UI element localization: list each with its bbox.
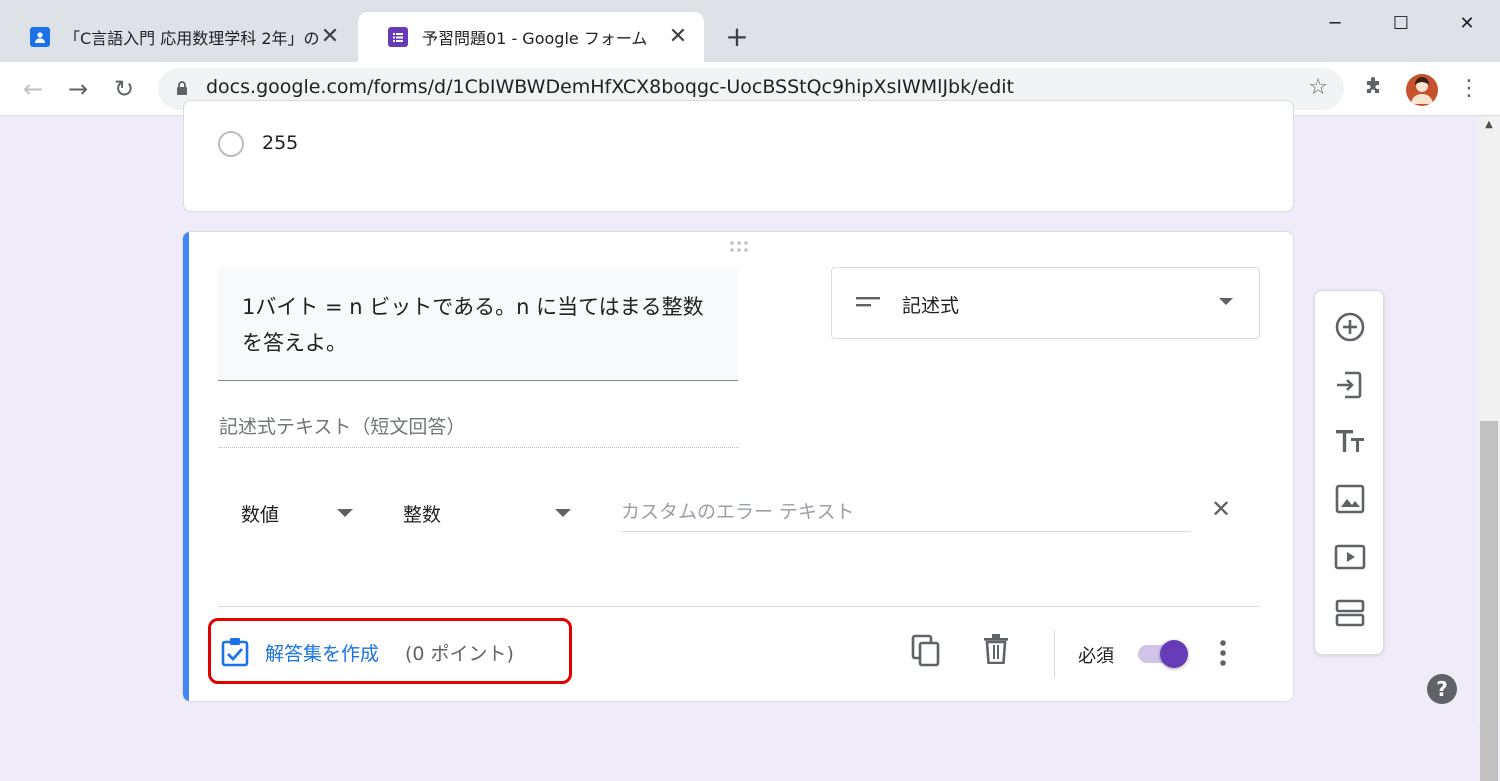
remove-validation-close-icon[interactable]: ✕: [1211, 495, 1231, 523]
add-title-text-icon[interactable]: [1334, 425, 1366, 457]
url-text: docs.google.com/forms/d/1CbIWBWDemHfXCX8…: [206, 76, 1015, 98]
help-icon[interactable]: ?: [1427, 674, 1457, 704]
import-questions-icon[interactable]: [1334, 369, 1366, 401]
more-options-icon[interactable]: [1213, 637, 1233, 669]
toggle-knob: [1160, 640, 1188, 668]
question-title-text: 1バイト = n ビットである。n に当てはまる整数を答えよ。: [242, 295, 704, 355]
maximize-icon[interactable]: ☐: [1386, 10, 1416, 38]
window-close-icon[interactable]: ✕: [1452, 10, 1482, 38]
google-forms-icon: [388, 27, 408, 47]
question-type-dropdown[interactable]: 記述式: [831, 267, 1260, 339]
question-title-input[interactable]: 1バイト = n ビットである。n に当てはまる整数を答えよ。: [218, 267, 738, 381]
form-side-toolbar: [1314, 290, 1384, 655]
reload-icon[interactable]: ↻: [109, 74, 139, 104]
minimize-icon[interactable]: ─: [1320, 10, 1350, 38]
footer-separator: [1054, 630, 1055, 678]
lock-icon: [176, 81, 188, 100]
add-section-icon[interactable]: [1334, 597, 1366, 629]
extensions-puzzle-icon[interactable]: [1363, 76, 1385, 104]
chevron-down-icon[interactable]: [337, 509, 353, 517]
validation-condition-select[interactable]: 整数: [403, 500, 441, 527]
tab-close-icon[interactable]: ✕: [666, 25, 690, 49]
short-answer-placeholder: 記述式テキスト（短文回答）: [219, 412, 739, 448]
tab-title: 予習問題01 - Google フォーム: [422, 29, 648, 48]
page-scrollbar[interactable]: ▲: [1478, 117, 1500, 781]
scrollbar-thumb[interactable]: [1480, 421, 1498, 781]
drag-handle-icon[interactable]: [729, 240, 749, 254]
short-answer-icon: [856, 297, 880, 307]
annotation-highlight-box: [208, 618, 572, 684]
bookmark-star-icon[interactable]: ☆: [1308, 75, 1328, 100]
add-video-icon[interactable]: [1334, 541, 1366, 573]
google-classroom-icon: [30, 27, 50, 47]
option-label: 255: [262, 132, 299, 154]
duplicate-copy-icon[interactable]: [911, 634, 941, 668]
active-card-accent: [183, 232, 189, 701]
required-toggle[interactable]: [1138, 640, 1188, 668]
tab-classroom[interactable]: 「C言語入門 応用数理学科 2年」の ✕: [0, 12, 356, 62]
add-question-icon[interactable]: [1334, 311, 1366, 343]
card-footer-divider: [218, 606, 1260, 607]
scroll-up-arrow-icon[interactable]: ▲: [1478, 119, 1500, 135]
radio-option-icon[interactable]: [218, 131, 244, 157]
forward-icon[interactable]: →: [63, 74, 93, 104]
custom-error-text-input[interactable]: カスタムのエラー テキスト: [621, 497, 1191, 532]
profile-avatar[interactable]: [1406, 74, 1438, 106]
validation-category-select[interactable]: 数値: [241, 500, 279, 527]
required-label: 必須: [1078, 646, 1114, 667]
question-type-label: 記述式: [902, 295, 960, 317]
new-tab-icon[interactable]: +: [722, 22, 752, 52]
previous-question-card: 255: [183, 100, 1294, 212]
tab-close-icon[interactable]: ✕: [318, 25, 342, 49]
back-icon[interactable]: ←: [18, 74, 48, 104]
delete-trash-icon[interactable]: [983, 634, 1009, 664]
tab-title: 「C言語入門 応用数理学科 2年」の: [64, 29, 320, 48]
chevron-down-icon[interactable]: [555, 509, 571, 517]
tab-forms[interactable]: 予習問題01 - Google フォーム ✕: [358, 12, 704, 62]
add-image-icon[interactable]: [1334, 483, 1366, 515]
browser-tab-bar: 「C言語入門 応用数理学科 2年」の ✕ 予習問題01 - Google フォー…: [0, 0, 1500, 62]
chevron-down-icon: [1219, 298, 1233, 305]
chrome-menu-icon[interactable]: ⋮: [1458, 74, 1480, 104]
